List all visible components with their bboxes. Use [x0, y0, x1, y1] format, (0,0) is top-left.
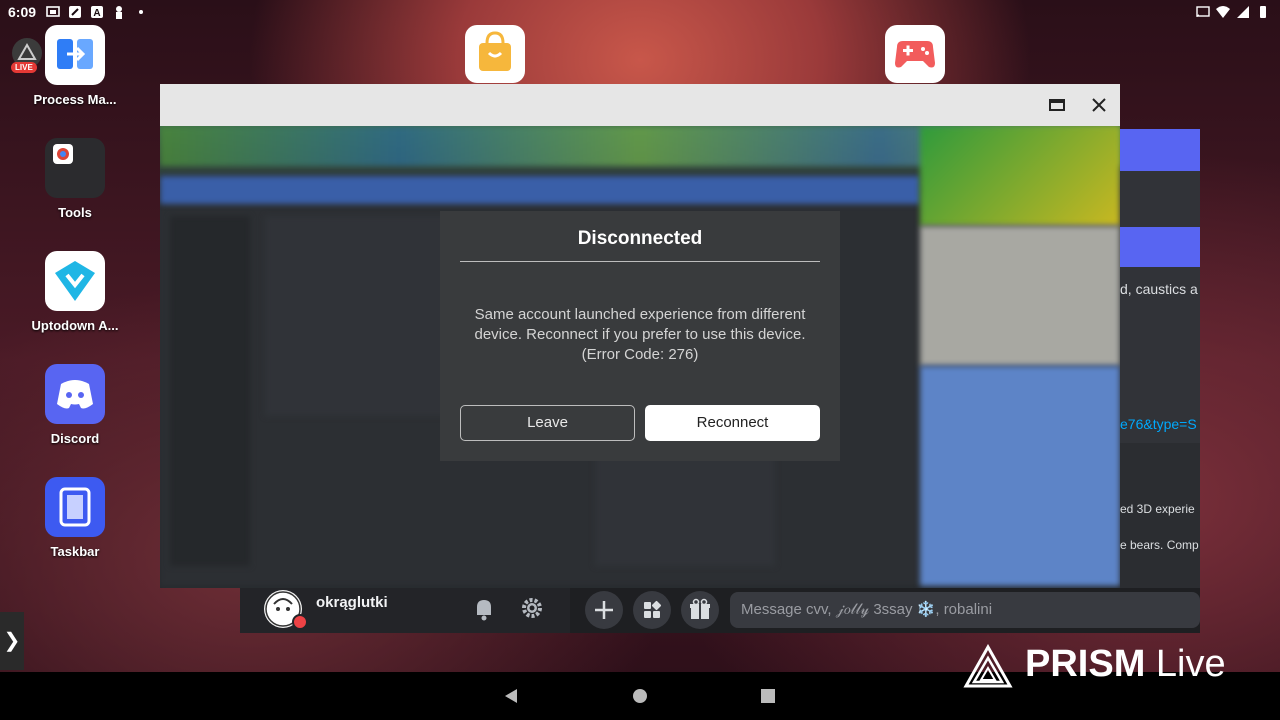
close-window-icon[interactable]	[1087, 93, 1111, 117]
svg-text:A: A	[93, 8, 100, 19]
plus-icon	[595, 601, 613, 619]
taskbar-shortcut[interactable]: Taskbar	[25, 477, 125, 559]
gamepad-icon	[895, 41, 935, 68]
dialog-message: Same account launched experience from di…	[474, 306, 806, 363]
discord-window-side: d, caustics a e76&type=S ed 3D experie e…	[1120, 129, 1200, 593]
font-notification-icon: A	[91, 6, 103, 19]
gift-icon	[690, 598, 710, 619]
shopping-bag-icon	[479, 31, 511, 71]
restore-window-icon[interactable]	[1045, 93, 1069, 117]
discord-snippet-1: d, caustics a	[1120, 281, 1198, 297]
person-notification-icon	[116, 6, 122, 19]
process-manager-shortcut[interactable]: Process Ma...	[25, 25, 125, 107]
discord-shortcut[interactable]: Discord	[25, 364, 125, 446]
taskbar-icon	[45, 477, 105, 537]
gift-button[interactable]	[681, 591, 719, 629]
discord-snippet-3: e bears. Comp	[1120, 538, 1199, 552]
username: okrąglutki	[316, 594, 388, 611]
game-sky	[920, 226, 1120, 366]
prism-product-text: Live	[1155, 643, 1226, 685]
disconnected-dialog: Disconnected Same account launched exper…	[440, 211, 840, 461]
side-drawer-handle[interactable]: ❯	[0, 612, 24, 670]
discord-embed	[1120, 443, 1200, 593]
uptodown-icon	[45, 251, 105, 311]
more-dot-icon	[139, 10, 143, 14]
prism-wordmark: PRISM Live	[1025, 643, 1226, 686]
signal-icon	[1237, 6, 1249, 18]
discord-icon	[45, 364, 105, 424]
home-icon[interactable]	[631, 687, 649, 705]
status-icons-left: A	[46, 5, 148, 19]
chevron-right-icon: ❯	[3, 630, 21, 652]
reconnect-button[interactable]: Reconnect	[645, 405, 820, 441]
game-panel-header	[160, 176, 920, 204]
taskbar-label: Taskbar	[50, 544, 100, 559]
leave-button[interactable]: Leave	[460, 405, 635, 441]
game-center-shortcut[interactable]	[885, 25, 945, 83]
uptodown-label: Uptodown A...	[31, 318, 119, 333]
user-panel: okrąglutki	[240, 588, 570, 633]
game-water	[920, 366, 1120, 586]
gear-icon[interactable]	[520, 596, 544, 620]
discord-bottom-bar: okrąglutki Message cvv, 𝒿𝑜𝓁𝓁𝓎 3ssay ❄️, …	[240, 588, 1200, 633]
tools-label: Tools	[58, 205, 92, 220]
back-icon[interactable]	[502, 687, 520, 705]
apps-icon	[644, 600, 662, 618]
recents-icon[interactable]	[759, 687, 777, 705]
discord-titlebar	[1120, 129, 1200, 171]
user-avatar[interactable]	[264, 590, 308, 630]
battery-icon	[1260, 6, 1266, 18]
game-sidebar	[170, 216, 250, 566]
process-manager-icon	[45, 25, 105, 85]
window-titlebar	[160, 84, 1120, 126]
prism-live-watermark: PRISM Live	[963, 640, 1243, 692]
cast-icon	[1196, 6, 1210, 18]
dnd-status-icon	[292, 614, 308, 630]
process-manager-label: Process Ma...	[33, 92, 117, 107]
bell-icon[interactable]	[473, 597, 495, 621]
status-time: 6:09	[8, 4, 37, 20]
wifi-icon	[1216, 6, 1230, 18]
apps-button[interactable]	[633, 591, 671, 629]
app-store-shortcut[interactable]	[465, 25, 525, 83]
dialog-title: Disconnected	[577, 228, 703, 249]
uptodown-shortcut[interactable]: Uptodown A...	[25, 251, 125, 333]
discord-link-snippet[interactable]: e76&type=S	[1120, 416, 1197, 432]
discord-snippet-2: ed 3D experie	[1120, 502, 1195, 516]
status-icons-right	[1196, 5, 1270, 19]
discord-label: Discord	[50, 431, 100, 446]
tools-folder-icon	[45, 138, 105, 198]
dialog-divider	[460, 261, 820, 262]
status-bar: 6:09 A	[0, 0, 1280, 24]
game-scenery-right	[920, 126, 1120, 226]
attach-button[interactable]	[585, 591, 623, 629]
app-notification-icon	[69, 6, 81, 18]
discord-banner	[1120, 227, 1200, 267]
game-settings-list-2	[595, 446, 775, 566]
message-input[interactable]: Message cvv, 𝒿𝑜𝓁𝓁𝓎 3ssay ❄️, robalini	[730, 592, 1200, 628]
prism-logo-icon	[963, 644, 1013, 688]
tools-folder[interactable]: Tools	[25, 138, 125, 220]
prism-brand-text: PRISM	[1025, 643, 1146, 685]
screen-share-icon	[46, 6, 60, 17]
